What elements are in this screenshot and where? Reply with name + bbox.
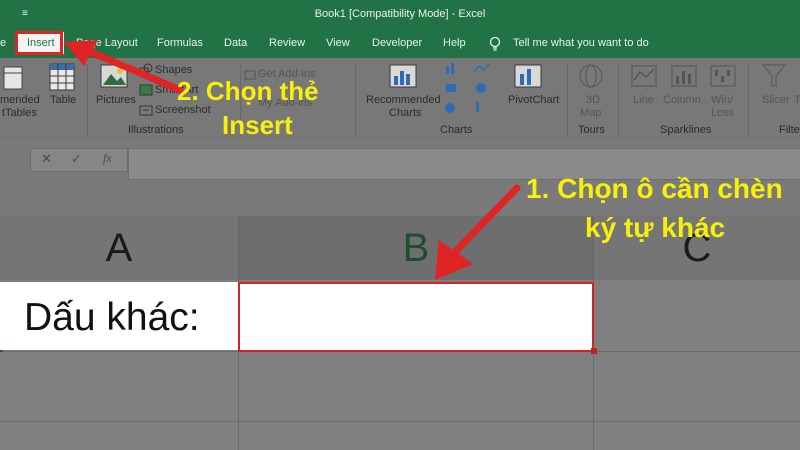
screenshot-icon xyxy=(139,105,153,116)
grid-line xyxy=(0,421,800,422)
sparkline-line-icon[interactable] xyxy=(630,62,658,90)
group-illustrations: Illustrations xyxy=(128,124,184,136)
tab-data[interactable]: Data xyxy=(224,37,247,49)
annotation-step-1-line-1: 1. Chọn ô cần chèn xyxy=(526,173,783,204)
tab-file[interactable]: e xyxy=(0,37,6,49)
pivotchart-label[interactable]: PivotChart xyxy=(508,94,559,106)
insert-function-icon[interactable]: fx xyxy=(103,151,112,166)
annotation-step-2-line-1: 2. Chọn thẻ xyxy=(177,76,319,106)
cell-a1-value: Dấu khác: xyxy=(24,296,200,339)
pivot-table-icon[interactable] xyxy=(2,64,24,92)
group-separator xyxy=(355,64,356,136)
tab-help[interactable]: Help xyxy=(443,37,466,49)
column-header-a-label: A xyxy=(105,226,133,270)
pivotchart-icon[interactable] xyxy=(513,62,543,90)
tell-me-search[interactable]: Tell me what you want to do xyxy=(513,37,649,49)
group-sparklines: Sparklines xyxy=(660,124,712,136)
sparkline-line-label[interactable]: Line xyxy=(633,94,654,106)
timeline-label-partial[interactable]: Ti xyxy=(794,94,800,106)
group-filters: Filte xyxy=(779,124,800,136)
recommended-pivottables-label-b[interactable]: tTables xyxy=(2,107,37,119)
slicer-icon[interactable] xyxy=(761,62,787,90)
window-title: Book1 [Compatibility Mode] - Excel xyxy=(314,8,486,20)
lightbulb-icon xyxy=(489,36,501,51)
tab-review[interactable]: Review xyxy=(269,37,305,49)
3d-map-icon[interactable] xyxy=(577,62,605,90)
annotation-step-1-line-2: ký tự khác xyxy=(585,212,726,243)
recommended-charts-icon[interactable] xyxy=(388,62,418,90)
group-separator xyxy=(618,64,619,136)
chart-types-icons[interactable] xyxy=(444,62,496,118)
3d-map-label-a[interactable]: 3D xyxy=(586,94,600,106)
tab-view[interactable]: View xyxy=(326,37,350,49)
slicer-label[interactable]: Slicer xyxy=(762,94,790,106)
insert-tab-highlight xyxy=(15,31,63,55)
group-separator xyxy=(748,64,749,136)
cell-b1-selected[interactable] xyxy=(238,282,594,352)
enter-icon[interactable]: ✓ xyxy=(71,151,82,167)
recommended-charts-label-b[interactable]: Charts xyxy=(389,107,421,119)
sparkline-winloss-icon[interactable] xyxy=(709,62,737,90)
formula-buttons: ✕ ✓ fx xyxy=(30,148,128,172)
column-header-a[interactable]: A xyxy=(0,216,239,281)
3d-map-label-b[interactable]: Map xyxy=(580,107,601,119)
column-header-b[interactable]: B xyxy=(239,216,594,283)
group-charts: Charts xyxy=(440,124,473,136)
cell-a1[interactable]: Dấu khác: xyxy=(0,282,238,350)
group-tours: Tours xyxy=(578,124,605,136)
arrow-to-insert-tab-icon xyxy=(64,40,184,94)
cancel-icon[interactable]: ✕ xyxy=(41,151,52,167)
column-header-b-label: B xyxy=(402,226,430,270)
annotation-step-2-line-2: Insert xyxy=(222,110,293,140)
sparkline-winloss-label-b[interactable]: Loss xyxy=(711,107,734,119)
tab-developer[interactable]: Developer xyxy=(372,37,422,49)
fill-handle[interactable] xyxy=(591,348,597,354)
recommended-pivottables-label-a[interactable]: mended xyxy=(0,94,40,106)
title-bar: ≡ Book1 [Compatibility Mode] - Excel xyxy=(0,0,800,30)
recommended-charts-label-a[interactable]: Recommended xyxy=(366,94,441,106)
arrow-to-cell-b1-icon xyxy=(435,184,521,280)
sparkline-column-label[interactable]: Column xyxy=(663,94,701,106)
group-separator xyxy=(567,64,568,136)
excel-window: ≡ Book1 [Compatibility Mode] - Excel e I… xyxy=(0,0,800,450)
sparkline-winloss-label-a[interactable]: Win/ xyxy=(711,94,733,106)
sparkline-column-icon[interactable] xyxy=(670,62,698,90)
